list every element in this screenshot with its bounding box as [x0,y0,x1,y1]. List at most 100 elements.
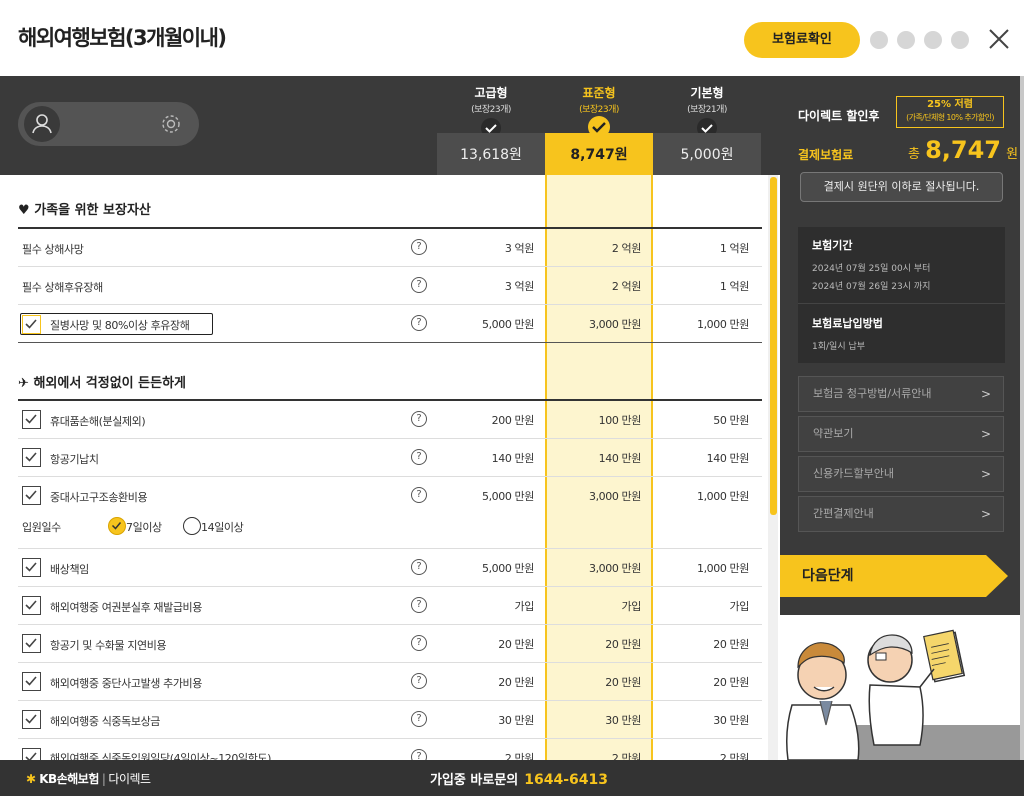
table-row: 휴대품손해(분실제외) ? 200 만원 100 만원 50 만원 [18,401,762,439]
row-label: 해외여행중 식중독보상금 [50,715,161,728]
help-icon[interactable]: ? [411,449,427,465]
radio-14days-label[interactable]: 14일이상 [201,519,244,535]
checkbox[interactable] [22,672,41,691]
help-icon[interactable]: ? [411,487,427,503]
section-title-text: 해외에서 걱정없이 든든하게 [33,376,187,391]
help-icon[interactable]: ? [411,411,427,427]
kb-logo: ✱ KB손해보험 | 다이렉트 [26,770,151,787]
value-standard: 140 만원 [598,452,642,465]
next-step-label[interactable]: 다음단계 [802,565,854,585]
value-standard: 20 만원 [605,676,641,689]
coverage-table: ♥ 가족을 위한 보장자산 필수 상해사망 ? 3 억원 2 억원 1 억원 필… [0,175,780,760]
gear-icon[interactable] [159,112,183,136]
checkbox[interactable] [22,748,41,760]
table-row: 필수 상해후유장해 ? 3 억원 2 억원 1 억원 [18,267,762,305]
help-icon[interactable]: ? [411,635,427,651]
link-claim-guide[interactable]: 보험금 청구방법/서류안내 > [798,376,1004,412]
plan-premium[interactable]: 고급형 (보장23개) 13,618원 [437,76,545,175]
rounding-note-button[interactable]: 결제시 원단위 이하로 절사됩니다. [800,172,1003,202]
step-dot-3 [924,31,942,49]
plan-bar: 고급형 (보장23개) 13,618원 표준형 (보장23개) 8,747원 기… [0,76,1024,175]
checkbox[interactable] [22,315,41,334]
value-premium: 20 만원 [498,638,534,651]
value-premium: 가입 [514,600,535,613]
help-icon[interactable]: ? [411,559,427,575]
row-label: 필수 상해후유장해 [22,281,103,294]
premium-check-button[interactable]: 보험료확인 [744,22,860,58]
user-icon [32,114,52,134]
row-label: 배상책임 [50,563,89,576]
step-dot-4 [951,31,969,49]
illustration [780,615,1024,761]
footer: ✱ KB손해보험 | 다이렉트 가입중 바로문의 1644-6413 [0,760,1024,796]
hospital-days-label: 입원일수 [22,521,61,534]
scrollbar-thumb[interactable] [770,177,777,515]
checkbox[interactable] [22,634,41,653]
contact-info: 가입중 바로문의 1644-6413 [430,769,608,788]
radio-14days[interactable] [183,517,201,535]
radio-7days-label[interactable]: 7일이상 [126,519,162,535]
plan-basic[interactable]: 기본형 (보장21개) 5,000원 [653,76,761,175]
table-row: 해외여행중 중단사고발생 추가비용 ? 20 만원 20 만원 20 만원 [18,663,762,701]
help-icon[interactable]: ? [411,749,427,760]
row-label: 필수 상해사망 [22,243,84,256]
value-premium: 5,000 만원 [481,490,534,503]
brand-separator: | [101,772,106,786]
plan-standard[interactable]: 표준형 (보장23개) 8,747원 [545,76,653,175]
link-terms[interactable]: 약관보기 > [798,416,1004,452]
value-standard: 100 만원 [598,414,642,427]
checkbox[interactable] [22,410,41,429]
row-label: 중대사고구조송환비용 [50,491,148,504]
checkbox[interactable] [22,596,41,615]
row-label: 해외여행중 여권분실후 재발급비용 [50,601,202,614]
step-dot-1 [870,31,888,49]
help-icon[interactable]: ? [411,673,427,689]
chevron-right-icon: > [980,507,991,521]
checkbox[interactable] [22,448,41,467]
table-row: 배상책임 ? 5,000 만원 3,000 만원 1,000 만원 [18,549,762,587]
plan-name: 고급형 [474,86,508,100]
value-standard: 2 억원 [611,280,642,293]
table-row: 필수 상해사망 ? 3 억원 2 억원 1 억원 [18,229,762,267]
checkbox[interactable] [22,486,41,505]
plan-price: 13,618원 [437,133,545,175]
link-label: 간편결제안내 [813,507,874,520]
help-icon[interactable]: ? [411,315,427,331]
sidebar: 결제시 원단위 이하로 절사됩니다. 보험기간 2024년 07월 25일 00… [780,172,1024,761]
table-row: 질병사망 및 80%이상 후유장해 ? 5,000 만원 3,000 만원 1,… [18,305,762,343]
help-icon[interactable]: ? [411,597,427,613]
checkbox[interactable] [22,710,41,729]
phone-number[interactable]: 1644-6413 [524,772,608,788]
heart-icon: ♥ [18,203,30,218]
row-label: 항공기 및 수화물 지연비용 [50,639,167,652]
total-prefix: 총 [908,147,920,162]
table-row: 항공기납치 ? 140 만원 140 만원 140 만원 [18,439,762,477]
value-premium: 3 억원 [504,280,535,293]
link-card-installment[interactable]: 신용카드할부안내 > [798,456,1004,492]
table-row: 항공기 및 수화물 지연비용 ? 20 만원 20 만원 20 만원 [18,625,762,663]
value-basic: 30 만원 [713,714,749,727]
row-label: 항공기납치 [50,453,99,466]
value-premium: 200 만원 [491,414,535,427]
link-easy-pay[interactable]: 간편결제안내 > [798,496,1004,532]
plan-count: (보장23개) [471,105,511,115]
value-standard: 3,000 만원 [588,318,641,331]
link-label: 보험금 청구방법/서류안내 [813,387,932,400]
section-title-family: ♥ 가족을 위한 보장자산 [18,199,151,218]
total-unit: 원 [1006,147,1019,162]
value-premium: 3 억원 [504,242,535,255]
close-icon[interactable] [988,28,1010,50]
row-label: 해외여행중 중단사고발생 추가비용 [50,677,202,690]
profile-pill[interactable] [18,102,199,146]
pay-label: 결제보험료 [798,148,854,162]
checkbox[interactable] [22,558,41,577]
divider [798,303,1005,304]
page-title: 해외여행보험(3개월이내) [18,26,227,50]
value-basic: 가입 [729,600,750,613]
help-icon[interactable]: ? [411,277,427,293]
radio-7days[interactable] [108,517,126,535]
link-label: 약관보기 [813,427,854,440]
scrollbar[interactable] [768,175,778,760]
help-icon[interactable]: ? [411,711,427,727]
help-icon[interactable]: ? [411,239,427,255]
